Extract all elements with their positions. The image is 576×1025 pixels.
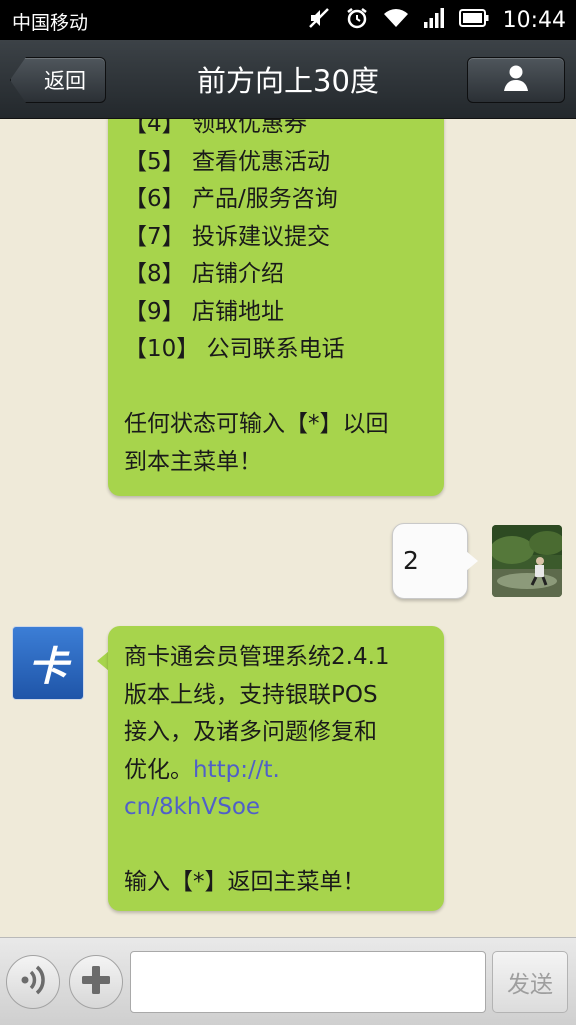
send-button[interactable]: 发送 [492, 951, 568, 1013]
battery-icon [458, 9, 489, 31]
composer-bar: 发送 [0, 937, 576, 1025]
message-line: 任何状态可输入【*】以回 [124, 411, 389, 437]
wifi-icon [383, 7, 409, 33]
back-button[interactable]: 返回 [10, 57, 106, 103]
message-line: 商卡通会员管理系统2.4.1 [124, 644, 390, 670]
account-avatar-label: 卡 [28, 644, 68, 690]
message-line: 优化。http://t. [124, 752, 444, 790]
message-line: 【7】 投诉建议提交 [124, 223, 330, 250]
status-bar: 中国移动 10:44 [0, 0, 576, 40]
message-line: 【9】 店铺地址 [124, 298, 284, 325]
carrier-name: 中国移动 [12, 12, 89, 34]
status-icons: 10:44 [307, 7, 566, 33]
message-bubble-sent: 2 [392, 523, 468, 599]
signal-icon [423, 7, 445, 33]
my-avatar[interactable] [492, 525, 562, 597]
clock-time: 10:44 [502, 7, 566, 33]
bubble-tail [466, 551, 478, 571]
chat-title: 前方向上30度 [197, 64, 379, 98]
account-avatar[interactable]: 卡 [12, 626, 84, 700]
message-bubble-announcement: 商卡通会员管理系统2.4.1 版本上线，支持银联POS 接入，及诸多问题修复和 … [108, 626, 444, 911]
back-button-label: 返回 [44, 69, 86, 93]
profile-button[interactable] [467, 57, 565, 103]
message-line [124, 369, 444, 407]
message-line: 【6】 产品/服务咨询 [124, 186, 338, 212]
message-link[interactable]: cn/8khVSoe [124, 794, 260, 820]
message-bubble-menu: 【4】 领取优惠券 【5】 查看优惠活动 【6】 产品/服务咨询 【7】 投诉建… [108, 119, 444, 496]
message-line: 版本上线，支持银联POS [124, 681, 378, 708]
message-line: 输入【*】返回主菜单！ [124, 869, 366, 895]
message-line: 【5】 查看优惠活动 [124, 148, 330, 175]
alarm-icon [345, 6, 369, 34]
message-link[interactable]: http://t. [193, 757, 280, 783]
message-line: 接入，及诸多问题修复和 [124, 719, 377, 745]
voice-button[interactable] [6, 955, 60, 1009]
plus-icon [80, 964, 112, 1000]
message-line: 到本主菜单！ [124, 448, 262, 475]
chat-header: 返回 前方向上30度 [0, 40, 576, 119]
message-input[interactable] [130, 951, 486, 1013]
voice-icon [16, 963, 50, 1001]
person-icon [501, 63, 531, 97]
message-line-spacer [124, 827, 444, 865]
mute-icon [307, 6, 331, 34]
message-line: 【8】 店铺介绍 [124, 261, 284, 287]
message-text: 优化。 [124, 756, 193, 783]
message-text: 2 [403, 546, 419, 576]
message-line: 【10】 公司联系电话 [124, 336, 345, 362]
message-line: 【4】 领取优惠券 [124, 119, 307, 137]
chat-area[interactable]: 【4】 领取优惠券 【5】 查看优惠活动 【6】 产品/服务咨询 【7】 投诉建… [0, 119, 576, 937]
add-attachment-button[interactable] [69, 955, 123, 1009]
message-line: cn/8khVSoe [124, 789, 444, 827]
send-button-label: 发送 [507, 972, 553, 998]
